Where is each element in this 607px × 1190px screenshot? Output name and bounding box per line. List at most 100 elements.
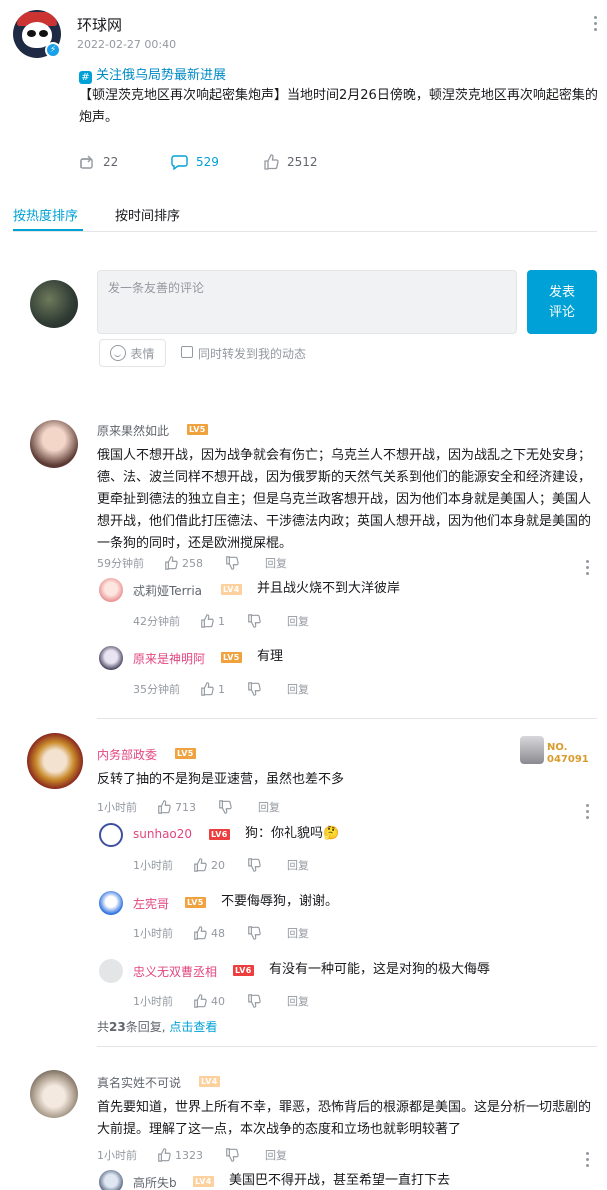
commenter-avatar[interactable] xyxy=(27,733,83,789)
more-replies-count: 23 xyxy=(109,1020,126,1034)
reply-like-count: 1 xyxy=(218,614,225,628)
thumbs-down-icon[interactable] xyxy=(247,614,261,628)
commenter-name[interactable]: 真名实姓不可说 xyxy=(97,1074,181,1091)
reply-text: 不要侮辱狗，谢谢。 xyxy=(221,894,339,909)
comment-options-icon[interactable] xyxy=(586,1152,590,1170)
forward-count: 22 xyxy=(103,155,119,169)
more-replies-suffix: 条回复, xyxy=(125,1020,166,1034)
thumbs-up-icon xyxy=(264,154,279,170)
level-badge: LV6 xyxy=(209,829,230,840)
tab-hot[interactable]: 按热度排序 xyxy=(13,205,78,224)
comment-like-button[interactable]: 1323 xyxy=(157,1148,203,1162)
reply-time: 42分钟前 xyxy=(133,615,180,628)
comment-meta: 1小时前 1323 回复 xyxy=(97,1147,287,1163)
thumbs-down-icon[interactable] xyxy=(247,994,261,1008)
thumbs-down-icon[interactable] xyxy=(225,556,239,570)
thumbs-up-icon xyxy=(158,800,171,814)
reply-button[interactable]: 回复 xyxy=(265,555,287,571)
reply-button[interactable]: 回复 xyxy=(258,799,280,815)
comment-divider xyxy=(97,1046,597,1047)
reply-user-name[interactable]: 左宪哥 xyxy=(133,895,169,912)
reply-user-name[interactable]: 忒莉娅Terria xyxy=(133,582,202,599)
reply-like-count: 48 xyxy=(211,926,225,940)
comment-text: 俄国人不想开战，因为战争就会有伤亡；乌克兰人不想开战，因为战乱之下无处安身；德、… xyxy=(97,448,592,551)
thumbs-up-icon xyxy=(201,682,214,696)
reply-button[interactable]: 回复 xyxy=(287,857,309,873)
reply-avatar[interactable] xyxy=(99,891,123,915)
reply-avatar[interactable] xyxy=(99,646,123,670)
comment-button[interactable]: 529 xyxy=(171,154,219,170)
post-author[interactable]: 环球网 xyxy=(77,14,122,35)
commenter-name[interactable]: 内务部政委 xyxy=(97,746,157,763)
more-replies: 共23条回复, 点击查看 xyxy=(97,1018,217,1035)
comment-like-button[interactable]: 713 xyxy=(157,800,196,814)
reply-text: 有没有一种可能，这是对狗的极大侮辱 xyxy=(269,962,491,977)
like-button[interactable]: 2512 xyxy=(263,154,318,170)
topic-link[interactable]: # 关注俄乌局势最新进展 xyxy=(79,64,226,84)
reply-like-count: 40 xyxy=(211,994,225,1008)
emoji-button[interactable]: 表情 xyxy=(99,339,166,367)
forward-checkbox-label[interactable]: 同时转发到我的动态 xyxy=(198,345,306,362)
reply-text: 并且战火烧不到大洋彼岸 xyxy=(257,581,401,596)
level-badge: LV5 xyxy=(175,748,196,759)
thumbs-down-icon[interactable] xyxy=(225,1148,239,1162)
reply-button[interactable]: 回复 xyxy=(287,613,309,629)
reply-like-button[interactable]: 1 xyxy=(200,614,225,628)
reply-button[interactable]: 回复 xyxy=(287,993,309,1009)
commenter-avatar[interactable] xyxy=(30,1070,78,1118)
level-badge: LV5 xyxy=(221,652,242,663)
reply-like-button[interactable]: 40 xyxy=(193,994,225,1008)
topic-label: 关注俄乌局势最新进展 xyxy=(96,68,227,83)
more-options-icon[interactable] xyxy=(594,16,598,34)
reply-avatar[interactable] xyxy=(99,1170,123,1190)
reply-meta: 1小时前 20 回复 xyxy=(133,857,309,873)
reply-button[interactable]: 回复 xyxy=(265,1147,287,1163)
thumbs-up-icon xyxy=(194,858,207,872)
comment-input[interactable]: 发一条友善的评论 xyxy=(97,270,517,334)
comment-divider xyxy=(97,718,597,719)
reply-like-button[interactable]: 1 xyxy=(200,682,225,696)
comment-meta: 59分钟前 258 回复 xyxy=(97,555,287,571)
comment-like-button[interactable]: 258 xyxy=(164,556,203,570)
thumbs-down-icon[interactable] xyxy=(247,858,261,872)
more-replies-prefix: 共 xyxy=(97,1020,110,1034)
reply-avatar[interactable] xyxy=(99,823,123,847)
reply-user-name[interactable]: 忠义无双曹丞相 xyxy=(133,963,217,980)
level-badge: LV4 xyxy=(221,584,242,595)
tab-time[interactable]: 按时间排序 xyxy=(115,205,180,224)
reply-user-name[interactable]: 原来是神明阿 xyxy=(133,650,205,667)
like-count: 2512 xyxy=(287,155,318,169)
reply-like-button[interactable]: 48 xyxy=(193,926,225,940)
view-more-replies-link[interactable]: 点击查看 xyxy=(169,1020,217,1034)
commenter-avatar[interactable] xyxy=(30,420,78,468)
comment-time: 1小时前 xyxy=(97,801,137,814)
commenter-name[interactable]: 原来果然如此 xyxy=(97,422,169,439)
send-comment-button[interactable]: 发表评论 xyxy=(527,270,597,334)
reply-like-count: 20 xyxy=(211,858,225,872)
comment-like-count: 258 xyxy=(182,556,203,570)
smiley-icon xyxy=(110,345,127,361)
comment-options-icon[interactable] xyxy=(586,804,590,822)
reply-like-button[interactable]: 20 xyxy=(193,858,225,872)
comment-count: 529 xyxy=(196,155,219,169)
reply-avatar[interactable] xyxy=(99,959,123,983)
thumbs-down-icon[interactable] xyxy=(247,926,261,940)
reply-time: 1小时前 xyxy=(133,859,173,872)
reply-avatar[interactable] xyxy=(99,578,123,602)
thumbs-down-icon[interactable] xyxy=(247,682,261,696)
reply-time: 1小时前 xyxy=(133,995,173,1008)
reply-meta: 1小时前 40 回复 xyxy=(133,993,309,1009)
my-avatar xyxy=(30,280,78,328)
reply-text: 狗：你礼貌吗🤔 xyxy=(245,826,340,841)
reply-button[interactable]: 回复 xyxy=(287,925,309,941)
reply-time: 1小时前 xyxy=(133,927,173,940)
reply-time: 35分钟前 xyxy=(133,683,180,696)
forward-checkbox[interactable] xyxy=(181,346,193,358)
thumbs-down-icon[interactable] xyxy=(218,800,232,814)
reply-user-name[interactable]: 高所失b xyxy=(133,1174,177,1190)
reply-button[interactable]: 回复 xyxy=(287,681,309,697)
comment-icon xyxy=(171,155,188,170)
comment-options-icon[interactable] xyxy=(586,560,590,578)
reply-user-name[interactable]: sunhao20 xyxy=(133,827,192,841)
forward-button[interactable]: 22 xyxy=(79,154,118,170)
